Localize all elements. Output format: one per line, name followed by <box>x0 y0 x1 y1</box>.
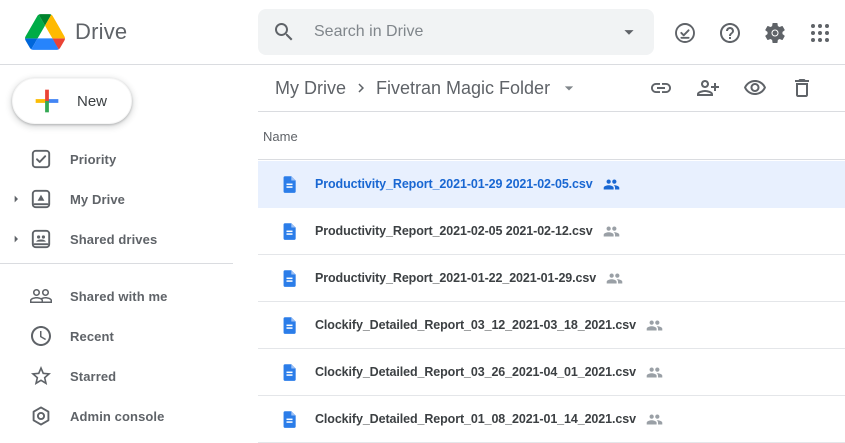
shared-users-icon <box>603 176 620 193</box>
sidebar-item-shared-drives[interactable]: Shared drives <box>0 219 258 259</box>
shared-users-icon <box>646 317 663 334</box>
sidebar-item-label: Admin console <box>70 409 164 424</box>
get-link-icon[interactable] <box>649 76 673 100</box>
csv-file-icon <box>280 316 299 335</box>
file-row[interactable]: Clockify_Detailed_Report_03_26_2021-04_0… <box>258 349 845 396</box>
breadcrumb-my-drive[interactable]: My Drive <box>275 78 346 99</box>
preview-eye-icon[interactable] <box>743 76 767 100</box>
sidebar-item-admin-console[interactable]: Admin console <box>0 396 258 436</box>
file-row[interactable]: Clockify_Detailed_Report_01_08_2021-01_1… <box>258 396 845 443</box>
delete-trash-icon[interactable] <box>790 76 814 100</box>
file-row[interactable]: Productivity_Report_2021-02-05 2021-02-1… <box>258 208 845 255</box>
top-app-bar: Drive <box>0 0 845 65</box>
sidebar-item-priority[interactable]: Priority <box>0 139 258 179</box>
folder-toolbar: My Drive Fivetran Magic Folder <box>258 65 845 112</box>
sidebar-item-my-drive[interactable]: My Drive <box>0 179 258 219</box>
new-button-label: New <box>77 93 107 110</box>
shared-users-icon <box>606 270 623 287</box>
help-icon[interactable] <box>718 21 742 45</box>
file-list: Productivity_Report_2021-01-29 2021-02-0… <box>258 161 845 443</box>
search-bar[interactable] <box>258 9 654 55</box>
settings-icon[interactable] <box>763 21 787 45</box>
search-options-caret-icon[interactable] <box>618 21 640 43</box>
sidebar-item-shared-with-me[interactable]: Shared with me <box>0 276 258 316</box>
sidebar-item-starred[interactable]: Starred <box>0 356 258 396</box>
google-apps-grid-icon[interactable] <box>808 21 832 45</box>
list-column-header[interactable]: Name <box>258 113 845 160</box>
sidebar-item-label: Shared with me <box>70 289 167 304</box>
sidebar-item-label: My Drive <box>70 192 125 207</box>
folder-menu-caret-icon[interactable] <box>559 78 579 98</box>
shared-users-icon <box>646 411 663 428</box>
clock-icon <box>29 324 53 348</box>
expand-arrow-icon[interactable] <box>8 231 24 247</box>
expand-arrow-icon[interactable] <box>8 191 24 207</box>
file-name: Clockify_Detailed_Report_03_12_2021-03_1… <box>315 318 636 332</box>
sidebar-item-label: Shared drives <box>70 232 157 247</box>
csv-file-icon <box>280 269 299 288</box>
sidebar-item-label: Priority <box>70 152 116 167</box>
file-name: Clockify_Detailed_Report_03_26_2021-04_0… <box>315 365 636 379</box>
file-name: Clockify_Detailed_Report_01_08_2021-01_1… <box>315 412 636 426</box>
new-button[interactable]: New <box>12 78 132 124</box>
name-column-label: Name <box>263 129 298 144</box>
search-input[interactable] <box>312 22 618 42</box>
chevron-right-icon <box>352 79 370 97</box>
shared-users-icon <box>603 223 620 240</box>
csv-file-icon <box>280 410 299 429</box>
file-row[interactable]: Clockify_Detailed_Report_03_12_2021-03_1… <box>258 302 845 349</box>
new-plus-icon <box>30 84 64 118</box>
file-name: Productivity_Report_2021-02-05 2021-02-1… <box>315 224 593 238</box>
file-name: Productivity_Report_2021-01-29 2021-02-0… <box>315 177 593 191</box>
file-name: Productivity_Report_2021-01-22_2021-01-2… <box>315 271 596 285</box>
my-drive-icon <box>29 187 53 211</box>
csv-file-icon <box>280 363 299 382</box>
offline-status-icon[interactable] <box>673 21 697 45</box>
people-icon <box>29 284 53 308</box>
sidebar-item-label: Starred <box>70 369 116 384</box>
admin-console-icon <box>29 404 53 428</box>
shared-drives-icon <box>29 227 53 251</box>
sidebar-item-label: Recent <box>70 329 114 344</box>
search-icon[interactable] <box>272 20 296 44</box>
csv-file-icon <box>280 175 299 194</box>
star-icon <box>29 364 53 388</box>
app-title: Drive <box>75 19 127 45</box>
share-person-add-icon[interactable] <box>696 76 720 100</box>
shared-users-icon <box>646 364 663 381</box>
csv-file-icon <box>280 222 299 241</box>
file-row[interactable]: Productivity_Report_2021-01-22_2021-01-2… <box>258 255 845 302</box>
sidebar-divider <box>0 263 233 264</box>
drive-home-link[interactable]: Drive <box>25 14 127 50</box>
priority-check-icon <box>29 147 53 171</box>
file-row[interactable]: Productivity_Report_2021-01-29 2021-02-0… <box>258 161 845 208</box>
sidebar-item-recent[interactable]: Recent <box>0 316 258 356</box>
drive-logo-icon <box>25 14 65 50</box>
breadcrumb-current-folder[interactable]: Fivetran Magic Folder <box>376 78 550 99</box>
